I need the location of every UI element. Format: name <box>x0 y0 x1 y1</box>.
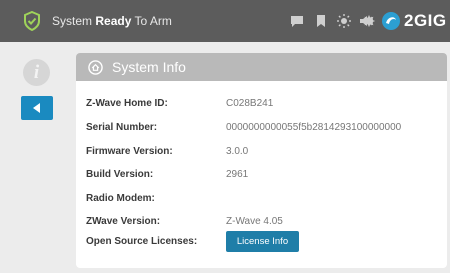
status-prefix: System <box>52 14 93 28</box>
settings-icon[interactable] <box>362 14 376 28</box>
system-info-panel: System Info Z-Wave Home ID: C028B241 Ser… <box>76 53 447 268</box>
brightness-icon[interactable] <box>336 13 352 29</box>
brand-name: 2GIG <box>404 11 447 30</box>
status-suffix: To Arm <box>134 14 172 28</box>
home-icon <box>88 59 103 75</box>
message-icon[interactable] <box>289 13 305 29</box>
info-label: Z-Wave Home ID: <box>86 98 168 109</box>
brand-logo: 2GIG <box>362 9 447 33</box>
info-label: Open Source Licenses: <box>86 236 198 247</box>
status-ready: Ready <box>95 14 132 28</box>
info-value: Z-Wave 4.05 <box>226 216 283 227</box>
bookmark-icon[interactable] <box>313 13 329 29</box>
brand-swirl-icon <box>382 12 400 30</box>
arm-status-text: System Ready To Arm <box>52 14 172 28</box>
back-button[interactable] <box>21 96 53 120</box>
back-arrow-icon <box>33 103 40 113</box>
info-label: Serial Number: <box>86 122 158 133</box>
info-icon[interactable]: i <box>23 59 50 86</box>
shield-check-icon[interactable] <box>22 11 42 31</box>
info-value: 2961 <box>226 169 249 180</box>
info-label: Radio Modem: <box>86 193 155 204</box>
info-label: ZWave Version: <box>86 216 161 227</box>
info-value: 0000000000055f5b2814293100000000 <box>226 122 402 133</box>
panel-title: System Info <box>112 59 186 75</box>
license-info-button[interactable]: License Info <box>226 231 299 252</box>
info-label: Firmware Version: <box>86 146 173 157</box>
panel-header: System Info <box>76 53 447 81</box>
top-status-bar: System Ready To Arm 2GIG <box>0 0 450 42</box>
info-label: Build Version: <box>86 169 154 180</box>
info-value: 3.0.0 <box>226 146 249 157</box>
info-value: C028B241 <box>226 98 274 109</box>
